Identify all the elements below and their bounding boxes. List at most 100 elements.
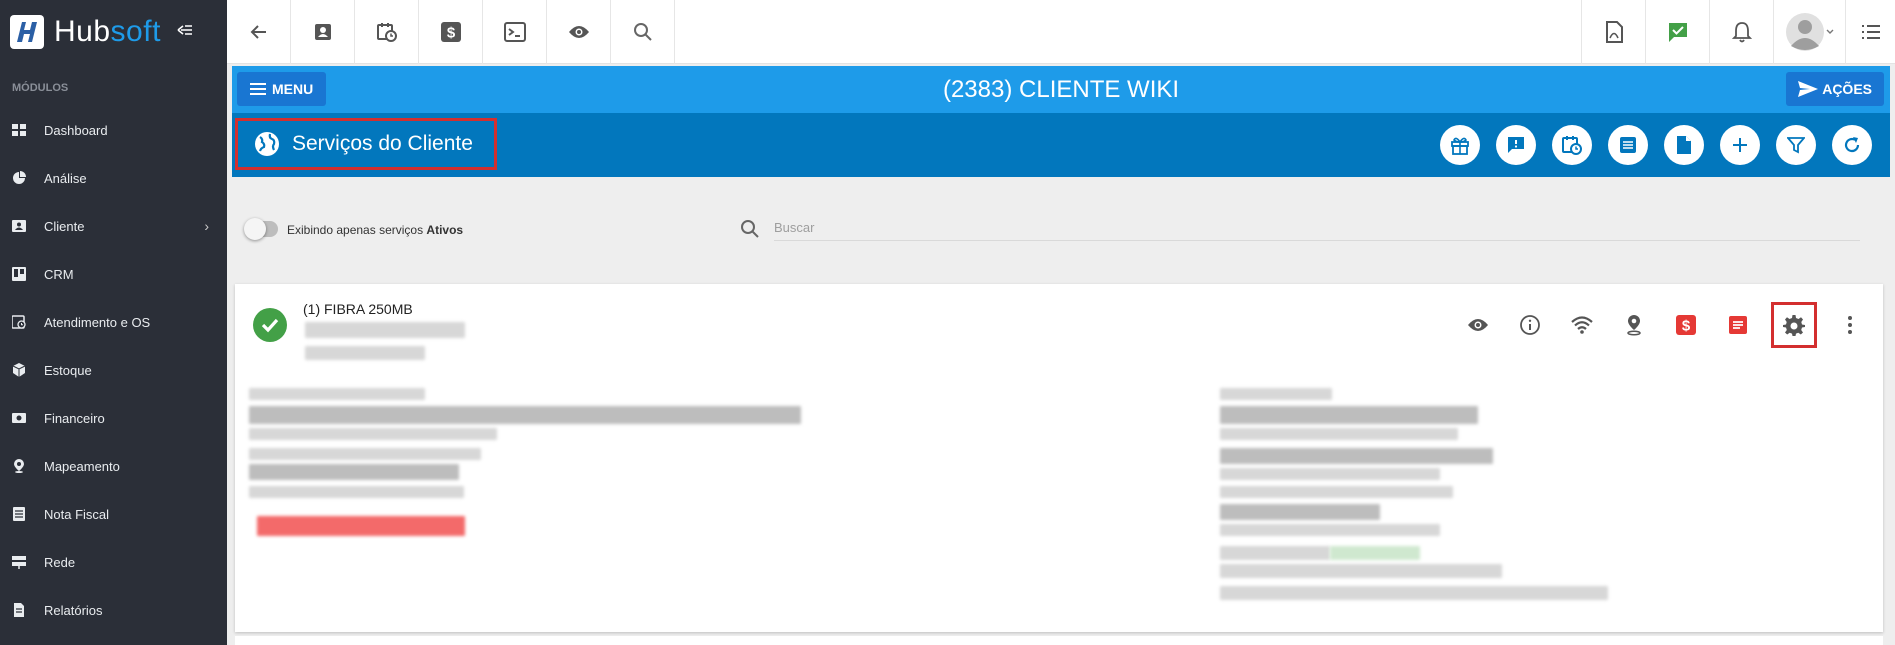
redacted-text (1220, 586, 1608, 600)
redacted-text (1220, 448, 1493, 464)
redacted-text (305, 346, 425, 360)
redacted-text (249, 448, 481, 460)
add-service-button[interactable] (1720, 125, 1760, 165)
calendar-clock-icon (376, 23, 397, 42)
redacted-text (1220, 428, 1458, 440)
refresh-button[interactable] (1832, 125, 1872, 165)
settings-button[interactable] (1771, 302, 1817, 348)
hubsoft-logo-icon (10, 15, 44, 49)
financial-button[interactable]: $ (419, 0, 483, 64)
view-button[interactable] (547, 0, 611, 64)
gear-icon (1783, 315, 1805, 336)
sidebar-item-relatorios[interactable]: Relatórios (0, 586, 227, 634)
dashboard-icon (12, 124, 26, 136)
sidebar-item-atendimento[interactable]: Atendimento e OS (0, 298, 227, 346)
sidebar-item-mapeamento[interactable]: Mapeamento (0, 442, 227, 490)
redacted-text (1220, 504, 1380, 520)
avatar-icon (1785, 13, 1824, 51)
contact-card-icon (314, 24, 331, 40)
globe-icon (255, 132, 279, 156)
acoes-button-label: AÇÕES (1822, 81, 1872, 97)
client-card-button[interactable] (291, 0, 355, 64)
toggle-label-prefix: Exibindo apenas serviços (287, 223, 427, 237)
sidebar-item-label: Financeiro (44, 410, 105, 426)
eye-icon (568, 26, 589, 38)
location-button[interactable] (1615, 306, 1653, 344)
redacted-text (1220, 388, 1332, 400)
active-services-toggle[interactable] (244, 218, 278, 240)
menu-button[interactable]: MENU (237, 72, 327, 106)
view-service-button[interactable] (1459, 306, 1497, 344)
messages-button[interactable] (1645, 0, 1709, 64)
sidebar-item-label: Rede (44, 554, 76, 570)
contract-button[interactable] (1719, 306, 1757, 344)
sidebar-item-nota-fiscal[interactable]: Nota Fiscal (0, 490, 227, 538)
gift-button[interactable] (1440, 125, 1480, 165)
alert-message-button[interactable] (1496, 125, 1536, 165)
toggle-label-bold: Ativos (426, 223, 464, 237)
brand-hub: Hub (54, 15, 111, 48)
back-button[interactable] (227, 0, 291, 64)
services-actions (1440, 125, 1872, 165)
kanban-icon (12, 267, 26, 281)
list-box-icon (1729, 316, 1747, 334)
info-button[interactable] (1511, 306, 1549, 344)
sidebar-item-label: CRM (44, 266, 74, 282)
sidebar-item-rede[interactable]: Rede (0, 538, 227, 586)
redacted-text (249, 486, 464, 498)
chevron-right-icon: › (204, 218, 209, 234)
page-title: Serviços do Cliente (292, 132, 473, 155)
chevron-down-icon (1826, 29, 1833, 34)
top-toolbar: $ (227, 0, 1895, 64)
terminal-button[interactable] (483, 0, 547, 64)
pdf-button[interactable] (1581, 0, 1645, 64)
toggle-label: Exibindo apenas serviços Ativos (287, 223, 463, 237)
notifications-button[interactable] (1709, 0, 1773, 64)
search-input[interactable] (774, 215, 1860, 241)
map-pin-icon (1627, 315, 1641, 336)
services-subheader: Serviços do Cliente (232, 113, 1890, 177)
sidebar: Hubsoft MÓDULOS Dashboard Análise Client… (0, 0, 227, 645)
client-title: (2383) CLIENTE WIKI (942, 76, 1180, 103)
schedule-service-button[interactable] (1552, 125, 1592, 165)
user-menu-button[interactable] (1773, 0, 1845, 64)
sidebar-item-financeiro[interactable]: Financeiro (0, 394, 227, 442)
sidebar-item-label: Estoque (44, 362, 92, 378)
svg-text:$: $ (446, 25, 455, 42)
filter-button[interactable] (1776, 125, 1816, 165)
sidebar-item-analise[interactable]: Análise (0, 154, 227, 202)
box-icon (12, 363, 26, 377)
search-button[interactable] (611, 0, 675, 64)
hamburger-icon (250, 83, 266, 95)
services-title-box: Serviços do Cliente (235, 118, 497, 170)
calendar-clock-icon (1562, 136, 1582, 155)
brand[interactable]: Hubsoft (0, 0, 227, 64)
redacted-text (1220, 468, 1440, 480)
sidebar-item-estoque[interactable]: Estoque (0, 346, 227, 394)
redacted-text (249, 428, 497, 440)
acoes-button[interactable]: AÇÕES (1786, 72, 1884, 106)
brand-name: Hubsoft (54, 15, 161, 49)
redacted-text (249, 464, 459, 480)
sidebar-item-dashboard[interactable]: Dashboard (0, 106, 227, 154)
status-active-icon (253, 308, 287, 342)
document-button[interactable] (1664, 125, 1704, 165)
sidebar-item-cliente[interactable]: Cliente › (0, 202, 227, 250)
schedule-button[interactable] (355, 0, 419, 64)
sidebar-item-crm[interactable]: CRM (0, 250, 227, 298)
report-icon (14, 603, 24, 617)
collapse-sidebar-icon[interactable] (177, 23, 193, 42)
sidebar-item-label: Mapeamento (44, 458, 120, 474)
invoice-icon (13, 507, 25, 521)
map-pin-icon (14, 459, 24, 473)
search-icon (741, 220, 759, 238)
redacted-text (1220, 564, 1502, 578)
pie-chart-icon (13, 171, 26, 184)
list-menu-button[interactable] (1845, 0, 1895, 64)
client-header: (2383) CLIENTE WIKI MENU AÇÕES (232, 66, 1890, 113)
more-options-button[interactable] (1831, 306, 1869, 344)
redacted-text (1220, 546, 1330, 560)
financial-service-button[interactable]: $ (1667, 306, 1705, 344)
connection-button[interactable] (1563, 306, 1601, 344)
list-button[interactable] (1608, 125, 1648, 165)
